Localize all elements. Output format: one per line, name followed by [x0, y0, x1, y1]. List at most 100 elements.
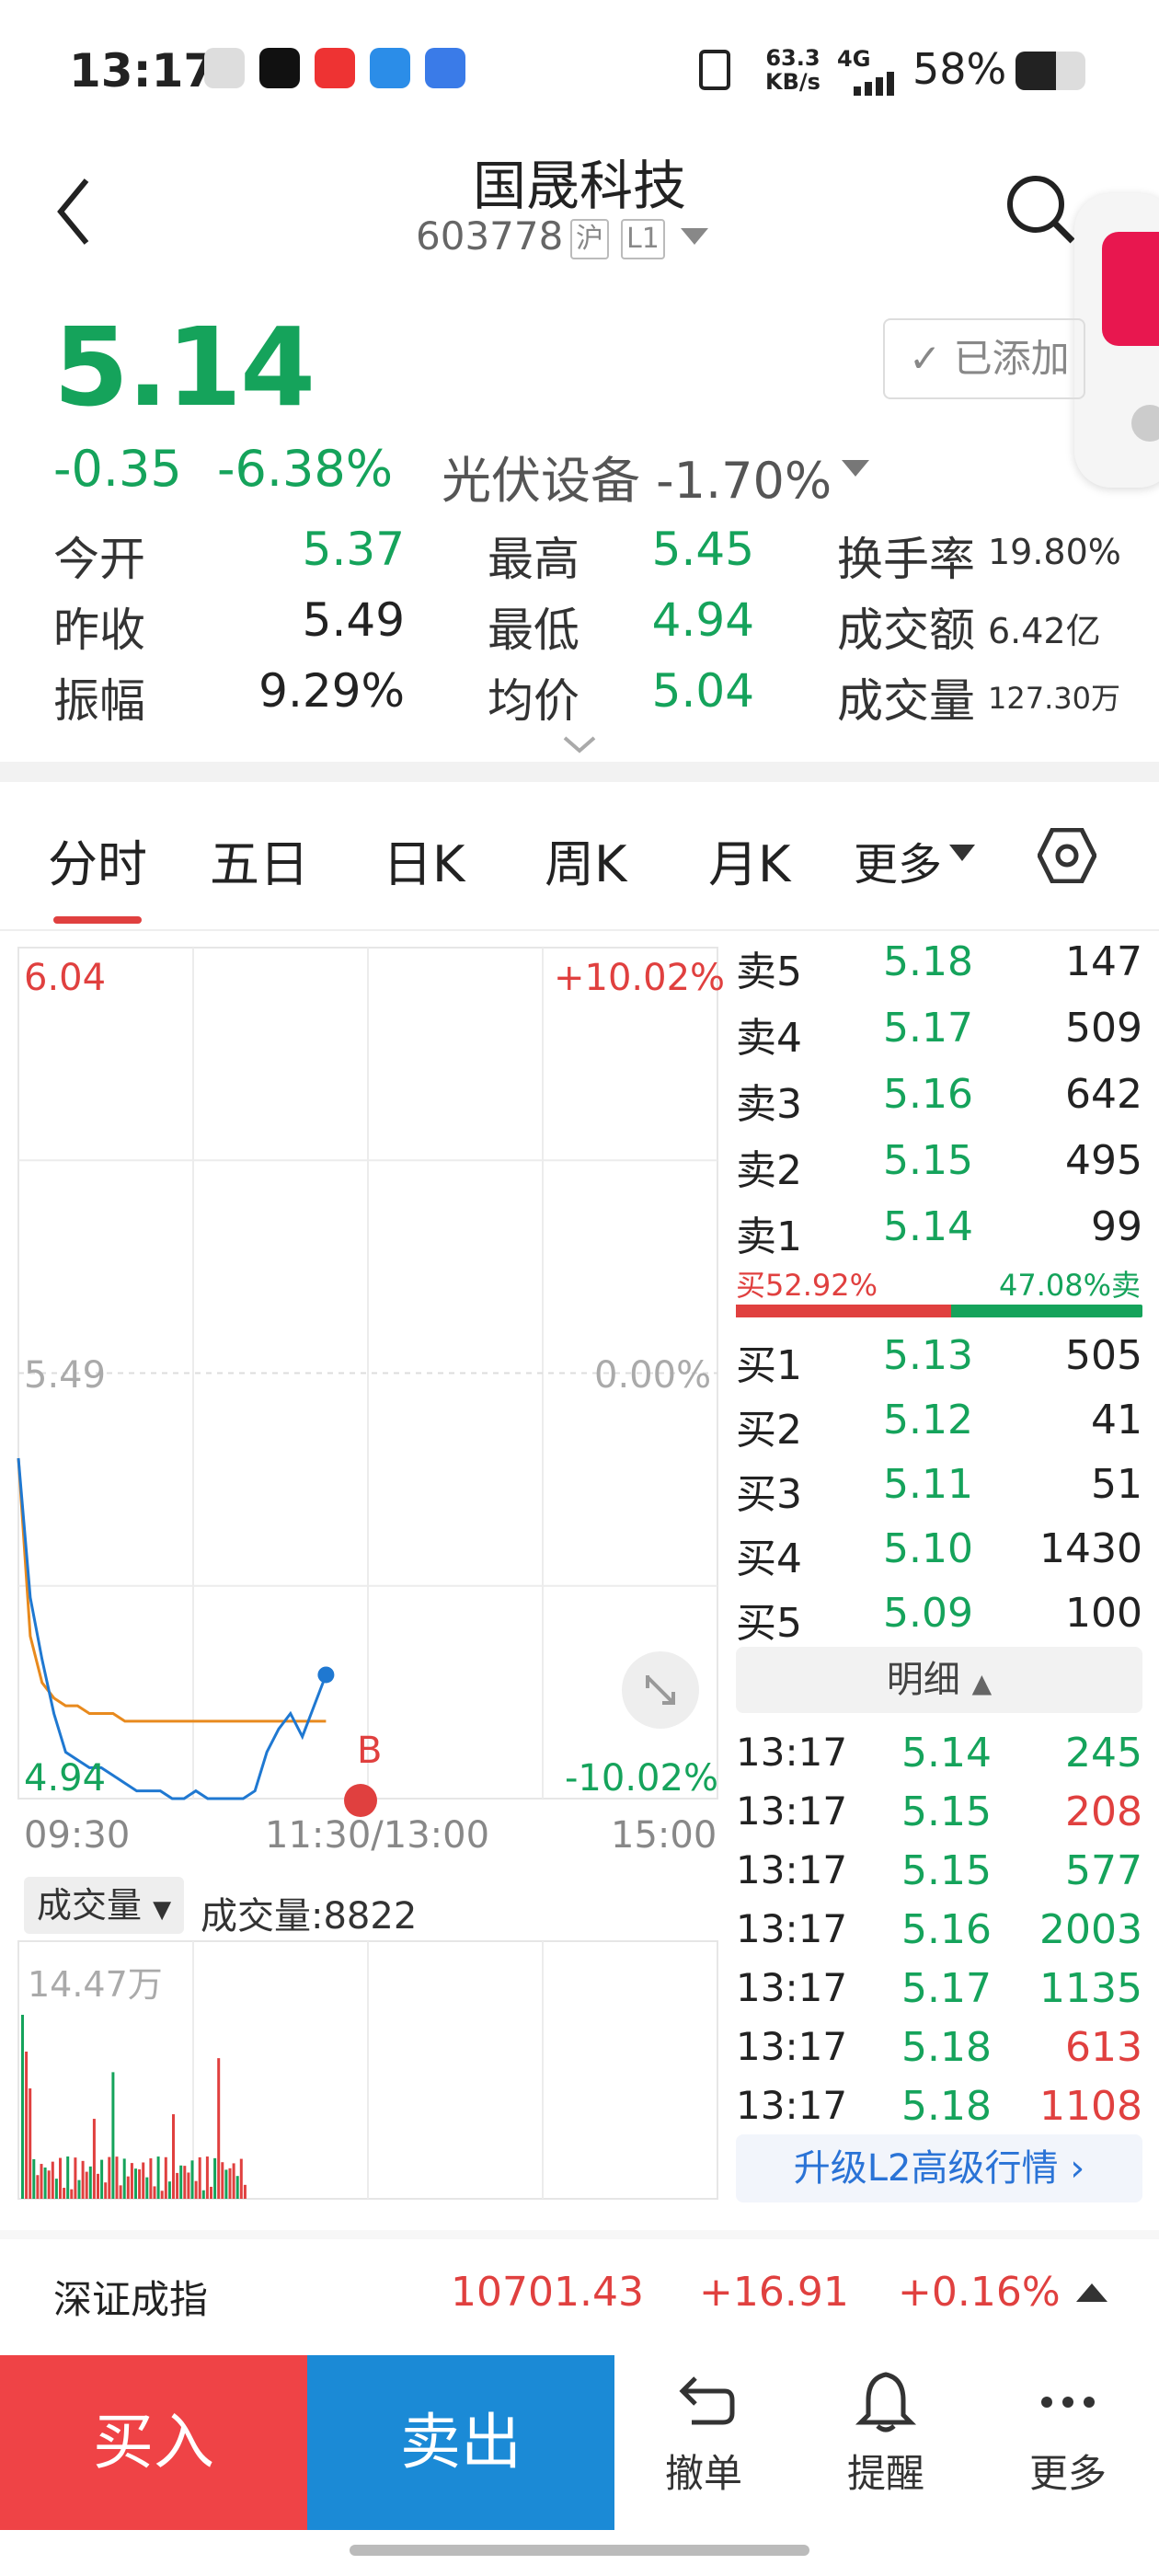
buy-marker-dot[interactable]	[344, 1784, 377, 1817]
exchange-tag: 沪	[570, 219, 609, 259]
y-min-label: 4.94	[24, 1757, 107, 1800]
tiktok-app-icon	[259, 48, 300, 88]
volume-selector[interactable]: 成交量 ▼	[24, 1877, 185, 1934]
detail-toggle[interactable]: 明细 ▲	[736, 1647, 1142, 1713]
tab-intraday[interactable]: 分时	[48, 823, 147, 896]
volume-bar	[134, 2168, 137, 2199]
undo-icon	[679, 2376, 735, 2425]
sector-caret-icon[interactable]	[842, 460, 869, 482]
volume-bar	[43, 2168, 47, 2199]
low-value: 4.94	[651, 593, 754, 647]
ask-row-label: 卖4	[736, 1015, 802, 1062]
amount-label: 成交额	[837, 604, 975, 657]
bell-icon	[855, 2372, 917, 2432]
caret-up-icon: ▲	[971, 1668, 993, 1698]
cloud-app-icon	[370, 48, 410, 88]
sell-button[interactable]: 卖出	[307, 2355, 614, 2530]
caret-down-icon[interactable]	[681, 228, 708, 250]
high-label: 最高	[488, 533, 580, 586]
open-label: 今开	[53, 533, 145, 586]
stock-code: 603778	[416, 213, 564, 259]
intraday-chart[interactable]	[0, 938, 727, 2208]
bid-row-volume: 51	[1091, 1461, 1142, 1508]
tick-time: 13:17	[736, 1906, 848, 1951]
fullscreen-icon[interactable]	[622, 1651, 699, 1729]
tick-volume: 208	[1065, 1788, 1142, 1835]
prev-close-value: 5.49	[302, 593, 405, 647]
volume-bar	[190, 2160, 194, 2199]
bid-row-label: 买2	[736, 1407, 802, 1454]
expand-chevron-icon[interactable]	[563, 736, 596, 758]
bid-row-volume: 1430	[1039, 1525, 1142, 1572]
bid-row-price[interactable]: 5.11	[883, 1461, 973, 1508]
bid-row-price[interactable]: 5.12	[883, 1397, 973, 1443]
volume-bar	[153, 2186, 156, 2199]
open-value: 5.37	[302, 523, 405, 576]
floating-pink-button[interactable]	[1102, 232, 1159, 346]
volume-bar	[40, 2164, 43, 2199]
tick-price: 5.14	[901, 1730, 992, 1777]
volume-bar	[172, 2114, 175, 2199]
tick-volume: 1135	[1039, 1965, 1142, 2012]
volume-bar	[138, 2169, 142, 2199]
index-pct: +0.16%	[898, 2269, 1061, 2316]
signal-icon	[837, 72, 901, 99]
added-label: 已添加	[953, 336, 1070, 381]
bid-row-price[interactable]: 5.13	[883, 1332, 973, 1379]
more-caret-icon[interactable]	[949, 845, 975, 867]
ask-row-label: 卖2	[736, 1147, 802, 1194]
search-icon[interactable]	[1004, 173, 1078, 250]
bid-row-price[interactable]: 5.10	[883, 1525, 973, 1572]
volume-bar	[232, 2163, 235, 2199]
upgrade-l2-link[interactable]: 升级L2高级行情 ›	[736, 2134, 1142, 2202]
sector-link[interactable]: 光伏设备 -1.70%	[442, 440, 832, 512]
ask-row-volume: 495	[1065, 1137, 1142, 1184]
tab-monthly-k[interactable]: 月K	[708, 823, 790, 896]
alert-button[interactable]: 提醒	[808, 2369, 964, 2499]
amount-value: 6.42亿	[988, 611, 1101, 651]
volume-bar	[183, 2166, 187, 2199]
network-type: 4G	[837, 46, 871, 72]
index-name[interactable]: 深证成指	[53, 2269, 208, 2325]
cancel-order-button[interactable]: 撤单	[625, 2369, 782, 2499]
bid-row-volume: 505	[1065, 1332, 1142, 1379]
volume-bar	[167, 2181, 171, 2199]
tab-more[interactable]: 更多	[854, 828, 942, 892]
tick-time: 13:17	[736, 1730, 848, 1775]
ask-row-price[interactable]: 5.18	[883, 938, 973, 985]
chart-settings-icon[interactable]	[1037, 827, 1097, 887]
tab-five-day[interactable]: 五日	[210, 823, 309, 896]
more-dots-icon	[1041, 2397, 1095, 2408]
volume-bar	[145, 2177, 149, 2199]
buy-button[interactable]: 买入	[0, 2355, 307, 2530]
volume-readout: 成交量:8822	[201, 1895, 418, 1938]
volume-bar	[63, 2188, 66, 2199]
volume-bar	[51, 2161, 54, 2199]
net-speed-value: 63.3	[765, 45, 820, 71]
volume-bar	[108, 2156, 111, 2199]
volume-bar	[126, 2176, 130, 2199]
net-speed: 63.3 KB/s	[765, 46, 820, 94]
volume-bar	[122, 2158, 126, 2199]
tick-time: 13:17	[736, 1965, 848, 2010]
bid-row-price[interactable]: 5.09	[883, 1590, 973, 1637]
x-mid-label: 11:30/13:00	[265, 1814, 490, 1857]
tab-weekly-k[interactable]: 周K	[545, 823, 626, 896]
amplitude-label: 振幅	[53, 674, 145, 728]
check-icon: ✓	[909, 336, 942, 381]
more-button[interactable]: 更多	[990, 2369, 1146, 2499]
tab-daily-k[interactable]: 日K	[383, 823, 465, 896]
ask-row-price[interactable]: 5.17	[883, 1005, 973, 1052]
tick-price: 5.18	[901, 2083, 992, 2130]
added-watchlist-button[interactable]: ✓ 已添加	[883, 318, 1085, 399]
bid-row-label: 买1	[736, 1342, 802, 1389]
index-expand-icon[interactable]	[1076, 2282, 1107, 2307]
ask-row-label: 卖3	[736, 1081, 802, 1128]
ask-row-price[interactable]: 5.15	[883, 1137, 973, 1184]
ask-row-price[interactable]: 5.16	[883, 1071, 973, 1118]
ask-row-price[interactable]: 5.14	[883, 1203, 973, 1250]
volume-label: 成交量	[837, 674, 975, 728]
stock-name: 国晟科技	[472, 155, 686, 217]
volume-bar	[81, 2160, 85, 2199]
tick-time: 13:17	[736, 1788, 848, 1834]
